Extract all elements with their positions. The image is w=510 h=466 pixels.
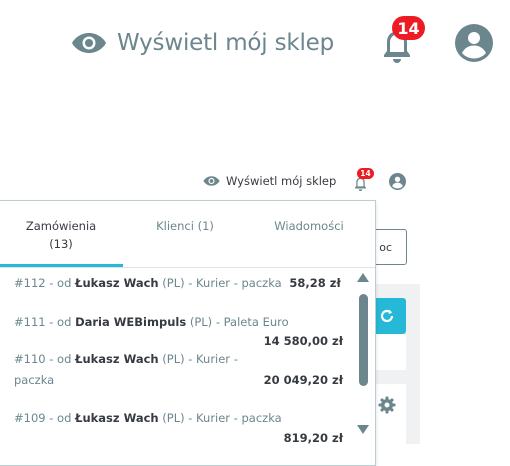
view-shop-link-large[interactable]: Wyświetl mój sklep (71, 30, 334, 56)
notification-badge-large: 14 (392, 16, 425, 40)
tab-messages[interactable]: Wiadomości (247, 217, 371, 235)
order-customer: Łukasz Wach (75, 276, 159, 290)
zoomed-header: Wyświetl mój sklep 14 (0, 0, 510, 90)
order-amount: 20 049,20 zł (263, 373, 343, 387)
background-button-label: oc (379, 240, 392, 254)
order-details-wrap: paczka (14, 373, 55, 387)
order-amount: 819,20 zł (283, 431, 343, 445)
notifications-dropdown: Zamówienia (13) Klienci (1) Wiadomości #… (0, 200, 376, 466)
tab-customers[interactable]: Klienci (1) (123, 217, 247, 235)
active-tab-indicator (0, 264, 123, 267)
scroll-up-arrow[interactable] (357, 273, 369, 282)
order-notification[interactable]: #110 - od Łukasz Wach (PL) - Kurier - (14, 349, 238, 369)
order-from: - od (49, 315, 72, 329)
notification-tabs: Zamówienia (13) Klienci (1) Wiadomości (0, 201, 375, 268)
eye-icon (203, 176, 220, 186)
tab-orders[interactable]: Zamówienia (13) (0, 217, 123, 253)
order-amount: 58,28 zł (289, 276, 341, 290)
view-shop-label: Wyświetl mój sklep (117, 30, 335, 56)
tab-orders-label: Zamówienia (25, 219, 97, 233)
order-details: (PL) - Kurier - paczka (162, 411, 282, 425)
order-from: - od (49, 276, 72, 290)
view-shop-label: Wyświetl mój sklep (226, 174, 337, 188)
order-notification[interactable]: #112 - od Łukasz Wach (PL) - Kurier - pa… (14, 273, 354, 293)
refresh-icon (380, 309, 394, 323)
order-from: - od (49, 352, 72, 366)
gear-icon[interactable] (378, 396, 396, 414)
notification-badge: 14 (357, 168, 374, 179)
order-customer: Łukasz Wach (75, 352, 159, 366)
order-notification[interactable]: #111 - od Daria WEBimpuls (PL) - Paleta … (14, 312, 289, 332)
order-details: (PL) - Paleta Euro (189, 315, 289, 329)
order-details: (PL) - Kurier - (162, 352, 238, 366)
order-id: #112 (14, 276, 46, 290)
user-avatar-icon[interactable] (389, 173, 406, 190)
scrollbar-thumb[interactable] (359, 294, 368, 386)
tab-messages-label: Wiadomości (274, 219, 344, 233)
view-shop-link[interactable]: Wyświetl mój sklep (203, 174, 336, 188)
order-details: (PL) - Kurier - paczka (162, 276, 282, 290)
order-customer: Łukasz Wach (75, 411, 159, 425)
order-id: #110 (14, 352, 46, 366)
eye-icon (72, 33, 106, 53)
tab-orders-count: (13) (49, 237, 73, 251)
order-id: #111 (14, 315, 46, 329)
scroll-down-arrow[interactable] (357, 425, 369, 434)
order-amount: 14 580,00 zł (263, 334, 343, 348)
user-avatar-icon[interactable] (455, 24, 493, 62)
order-id: #109 (14, 411, 46, 425)
order-from: - od (49, 411, 72, 425)
order-customer: Daria WEBimpuls (75, 315, 187, 329)
order-notification[interactable]: #109 - od Łukasz Wach (PL) - Kurier - pa… (14, 408, 282, 428)
tab-customers-label: Klienci (1) (156, 219, 214, 233)
